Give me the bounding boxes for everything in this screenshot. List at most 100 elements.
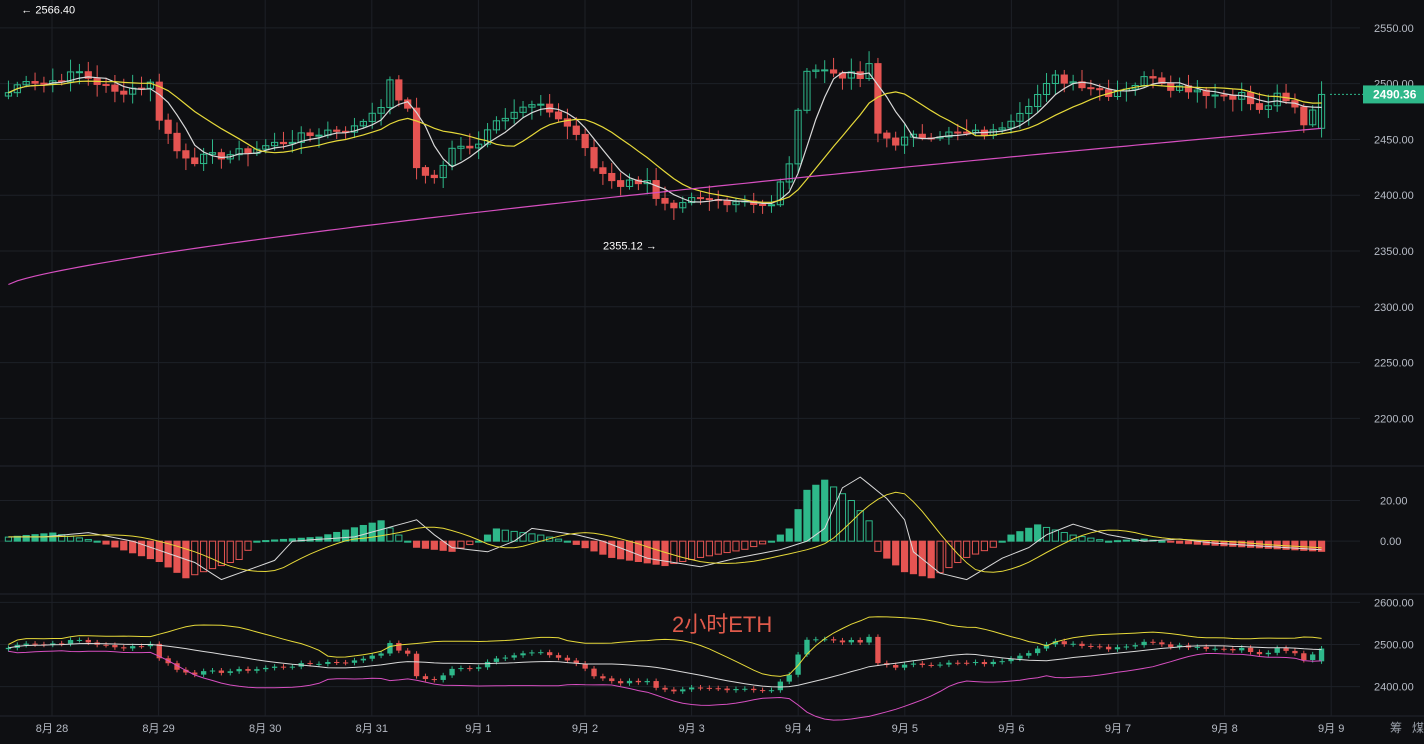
price-axis-tick: 2300.00	[1374, 302, 1414, 314]
candle-body	[572, 125, 580, 135]
mini-candle-body	[1318, 648, 1325, 662]
x-axis-tick: 9月 9	[1318, 723, 1344, 735]
mini-candle-body	[1150, 641, 1156, 643]
mini-candle-body	[280, 666, 287, 668]
mini-candle-body	[857, 640, 863, 643]
candle-body	[767, 204, 776, 207]
macd-bar	[617, 540, 625, 560]
coal-icon[interactable]: 煤	[1412, 721, 1424, 735]
macd-bar	[563, 540, 572, 543]
mini-candle-body	[1283, 648, 1289, 651]
macd-bar	[1167, 540, 1175, 543]
mini-candle-body	[626, 680, 633, 684]
mini-candle-body	[271, 666, 278, 668]
mini-candle-body	[1203, 646, 1209, 649]
last-price-tag: 2490.36	[1363, 85, 1424, 104]
mini-candle-body	[1097, 646, 1103, 648]
mini-candle-body	[1026, 653, 1032, 656]
last-price-tag-label: 2490.36	[1373, 87, 1417, 101]
mini-candle-body	[413, 653, 420, 677]
macd-bar	[590, 540, 598, 552]
mini-candle-body	[680, 689, 686, 692]
macd-bar	[643, 540, 651, 564]
mini-candle-body	[751, 688, 757, 691]
mini-candle-body	[467, 668, 473, 670]
macd-bar	[1034, 524, 1042, 542]
candle-body	[599, 167, 607, 174]
mini-candle-body	[671, 689, 677, 692]
candle-body	[1087, 87, 1095, 90]
candle-body	[617, 180, 625, 187]
macd-bar	[1113, 540, 1122, 543]
mini-candle-body	[662, 687, 668, 690]
candle-body	[954, 131, 962, 134]
mini-candle-body	[1123, 646, 1130, 648]
mini-candle-body	[103, 644, 109, 646]
candle-body	[412, 107, 421, 169]
mini-candle-body	[600, 676, 606, 679]
candle-body	[421, 167, 430, 176]
macd-bar	[927, 540, 935, 579]
candle-body	[164, 119, 172, 134]
eth-chart: ← 2566.40 2355.12 → 2550.00 2500.00 2450.00…	[0, 0, 1424, 739]
mini-candle-body	[218, 670, 225, 673]
chart-canvas[interactable]: ← 2566.40 2355.12 → 2550.00 2500.00 2450.00…	[0, 0, 1424, 739]
low-annotation: 2355.12 →	[603, 240, 657, 252]
mini-candle-body	[955, 662, 961, 664]
candle-body	[182, 150, 190, 159]
mini-candle-body	[138, 646, 145, 648]
macd-bar	[1184, 540, 1193, 545]
candle-body	[652, 180, 660, 199]
candle-body	[554, 111, 563, 120]
mini-candle-body	[688, 687, 695, 690]
x-axis-tick: 9月 4	[785, 723, 811, 735]
mini-candle-body	[129, 646, 136, 649]
candle-body	[608, 172, 616, 182]
chips-icon[interactable]: 筹	[1390, 721, 1402, 735]
mini-candle-body	[813, 639, 819, 641]
mini-candle-body	[1017, 655, 1023, 659]
mini-candle-body	[635, 680, 642, 683]
mini-candle-body	[1105, 646, 1112, 650]
candle-body	[120, 90, 128, 95]
candle-body	[31, 81, 39, 84]
price-axis-tick: 2350.00	[1374, 246, 1414, 258]
candle-body	[1255, 103, 1264, 110]
macd-bar	[1025, 527, 1033, 542]
x-axis-tick: 8月 29	[142, 723, 174, 735]
macd-bar	[93, 540, 101, 543]
macd-axis-tick: 20.00	[1380, 496, 1408, 508]
mini-candle-body	[990, 661, 996, 665]
mini-candle-body	[289, 666, 296, 668]
candle-body	[758, 203, 767, 206]
candle-body	[581, 133, 589, 149]
macd-bar	[324, 534, 332, 542]
macd-bar	[404, 540, 412, 543]
macd-bar	[1175, 540, 1184, 544]
candle-body	[102, 83, 110, 86]
macd-bar	[652, 540, 660, 565]
x-axis-tick: 9月 7	[1105, 723, 1131, 735]
candle-body	[1229, 95, 1237, 100]
mini-candle-body	[209, 670, 216, 672]
candle-body	[892, 137, 900, 146]
macd-bar	[421, 540, 430, 549]
mini-candle-body	[1088, 645, 1094, 647]
mini-candle-body	[1221, 648, 1227, 650]
watermark-label: 2小时ETH	[672, 612, 772, 637]
mini-candle-body	[458, 668, 464, 670]
mini-candle-body	[431, 679, 437, 681]
candle-body	[315, 134, 323, 137]
macd-bar	[102, 540, 110, 545]
macd-bar	[572, 540, 580, 545]
mini-candle-body	[1292, 650, 1298, 654]
mini-candle-body	[1194, 646, 1201, 648]
macd-bar	[40, 533, 48, 542]
macd-bar	[430, 540, 438, 550]
mini-candle-body	[1159, 642, 1165, 645]
candle-body	[173, 132, 181, 152]
mini-candle-body	[999, 661, 1005, 663]
price-axis-tick: 2250.00	[1374, 358, 1414, 370]
mini-candle-body	[901, 664, 908, 668]
candle-body	[1300, 106, 1308, 126]
